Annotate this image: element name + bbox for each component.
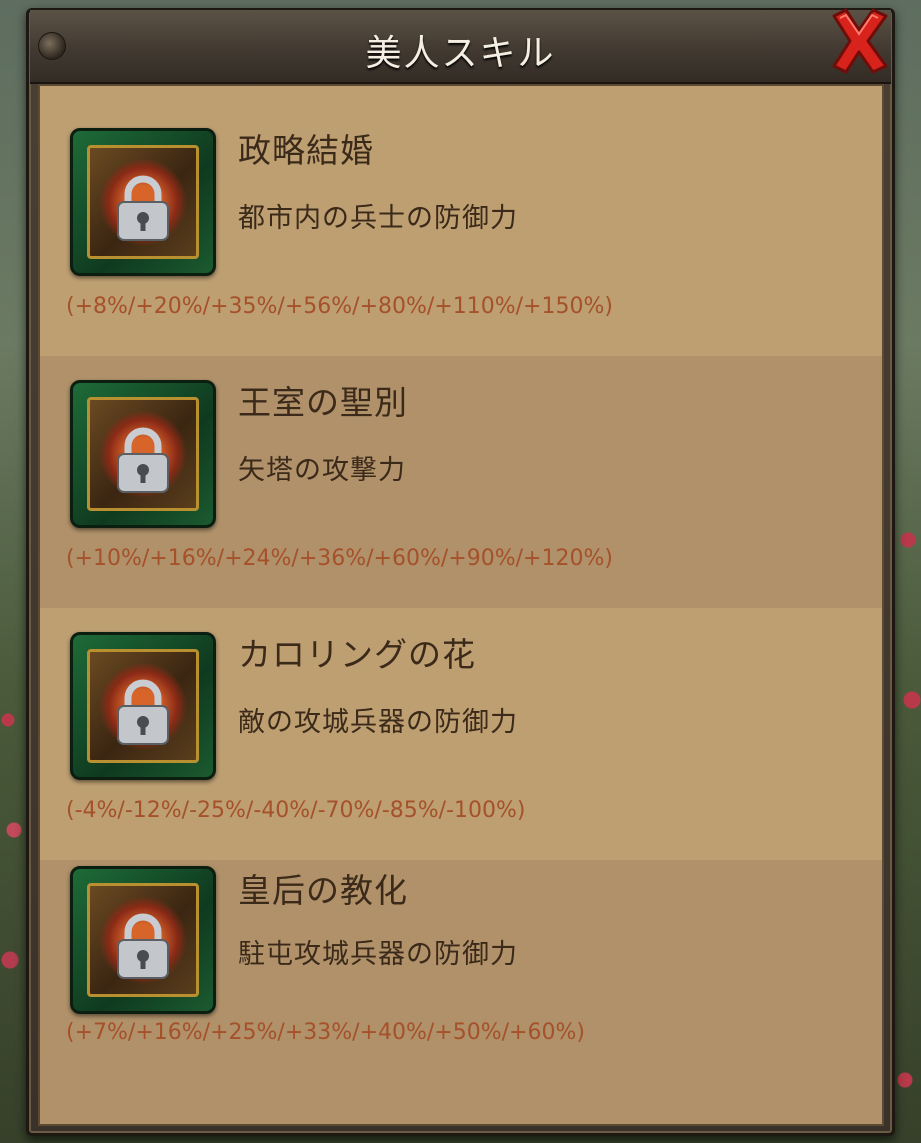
skill-icon[interactable]	[70, 632, 216, 780]
skill-description: 駐屯攻城兵器の防御力	[238, 939, 518, 970]
skill-description: 矢塔の攻撃力	[238, 455, 406, 486]
skill-values: (-4%/-12%/-25%/-40%/-70%/-85%/-100%)	[66, 798, 526, 823]
skill-row: 政略結婚 都市内の兵士の防御力 (+8%/+20%/+35%/+56%/+80%…	[40, 86, 882, 338]
skill-description: 都市内の兵士の防御力	[238, 203, 518, 234]
skill-list: 政略結婚 都市内の兵士の防御力 (+8%/+20%/+35%/+56%/+80%…	[38, 84, 884, 1126]
skill-book-icon	[87, 145, 199, 259]
lock-icon	[117, 175, 169, 241]
skill-book-icon	[87, 649, 199, 763]
skill-description: 敵の攻城兵器の防御力	[238, 707, 518, 738]
skill-icon[interactable]	[70, 866, 216, 1014]
skill-book-icon	[87, 397, 199, 511]
skill-name: 政略結婚	[238, 131, 374, 170]
lock-icon	[117, 679, 169, 745]
skill-values: (+7%/+16%/+25%/+33%/+40%/+50%/+60%)	[66, 1020, 585, 1045]
dialog-title-bar: 美人スキル	[30, 10, 891, 84]
skill-name: 王室の聖別	[238, 383, 408, 422]
skill-row: 皇后の教化 駐屯攻城兵器の防御力 (+7%/+16%/+25%/+33%/+40…	[40, 860, 882, 1124]
skill-name: カロリングの花	[238, 635, 476, 674]
skill-name: 皇后の教化	[238, 871, 408, 910]
skill-book-icon	[87, 883, 199, 997]
skill-icon[interactable]	[70, 380, 216, 528]
close-x-icon	[832, 8, 888, 74]
skill-row: 王室の聖別 矢塔の攻撃力 (+10%/+16%/+24%/+36%/+60%/+…	[40, 356, 882, 608]
skill-icon[interactable]	[70, 128, 216, 276]
skill-row: カロリングの花 敵の攻城兵器の防御力 (-4%/-12%/-25%/-40%/-…	[40, 608, 882, 860]
dialog-title: 美人スキル	[365, 33, 556, 74]
skill-values: (+10%/+16%/+24%/+36%/+60%/+90%/+120%)	[66, 546, 613, 571]
lock-icon	[117, 913, 169, 979]
close-button[interactable]	[826, 6, 892, 76]
skill-values: (+8%/+20%/+35%/+56%/+80%/+110%/+150%)	[66, 294, 613, 319]
lock-icon	[117, 427, 169, 493]
